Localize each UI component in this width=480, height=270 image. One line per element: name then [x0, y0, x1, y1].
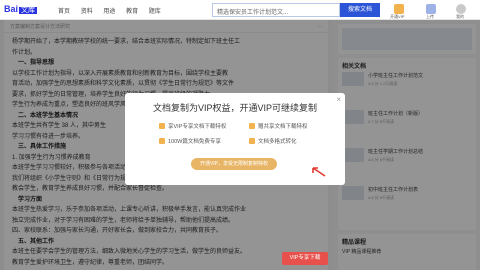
- baidu-wenku-logo[interactable]: Bai 文库: [4, 4, 38, 15]
- main-nav: 首页 资料 用途 教育 题库: [58, 6, 170, 15]
- nav-item-home[interactable]: 首页: [58, 9, 70, 15]
- nav-item-education[interactable]: 教育: [126, 9, 138, 15]
- benefit-label: 100W篇文档免费专享: [168, 139, 221, 145]
- nav-item-usage[interactable]: 用途: [103, 9, 115, 15]
- vip-download-button[interactable]: VIP专享下载: [282, 252, 328, 265]
- annotation-arrow-icon: [312, 167, 326, 177]
- vip-icon[interactable]: [394, 4, 404, 14]
- search-input[interactable]: 精选保安员工作计划范文...: [212, 3, 340, 17]
- top-bar: Bai 文库 首页 资料 用途 教育 题库 精选保安员工作计划范文... 搜索文档…: [0, 0, 480, 20]
- avatar[interactable]: [456, 4, 466, 14]
- header-actions: 开通VIP 上传 我的: [388, 2, 476, 19]
- nav-item-question-bank[interactable]: 题库: [149, 9, 161, 15]
- open-vip-button[interactable]: 开通VIP，享受无限制复制特权: [191, 158, 277, 170]
- nav-item-materials[interactable]: 资料: [81, 9, 93, 15]
- logo-badge: 文库: [19, 7, 38, 14]
- benefit-label: 享VIP专享文档下载特权: [168, 124, 227, 130]
- benefit-item: 享VIP专享文档下载特权: [159, 122, 226, 130]
- free-docs-icon: [159, 138, 165, 144]
- benefit-item: 100W篇文档免费专享: [159, 137, 221, 145]
- benefit-label: 文档多格式转化: [258, 139, 297, 145]
- vip-download-icon: [159, 123, 165, 129]
- benefit-item: 赠共享文档下载特权: [249, 122, 308, 130]
- upload-icon[interactable]: [426, 4, 436, 14]
- share-download-icon: [249, 123, 255, 129]
- dialog-title: 文档复制为VIP权益，开通VIP可继续复制: [152, 103, 317, 113]
- benefit-item: 文档多格式转化: [249, 137, 297, 145]
- format-convert-icon: [249, 138, 255, 144]
- search-button[interactable]: 搜索文档: [340, 3, 380, 17]
- benefit-label: 赠共享文档下载特权: [258, 124, 308, 130]
- logo-text: Bai: [4, 4, 19, 14]
